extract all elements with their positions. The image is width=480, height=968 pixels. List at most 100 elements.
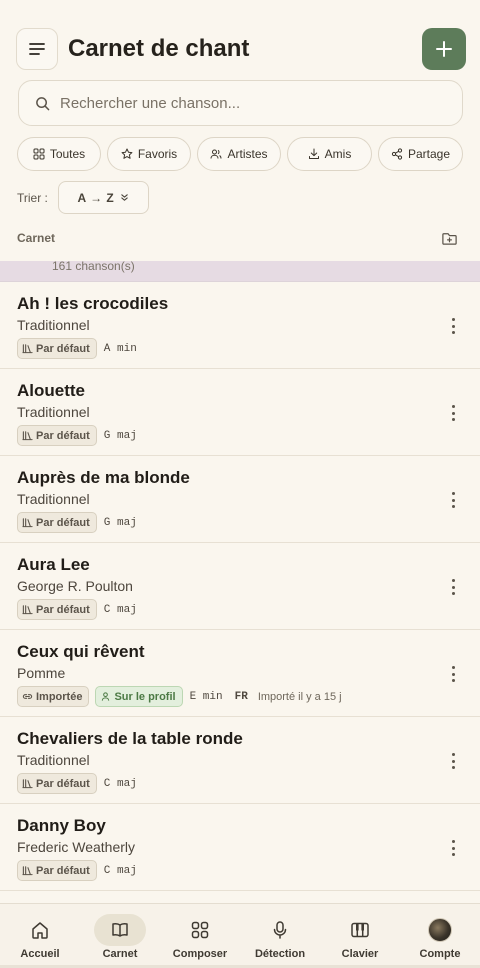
imported-date: Importé il y a 15 j [257, 690, 342, 703]
nav-detection-label: Détection [254, 948, 306, 960]
song-language: FR [234, 690, 248, 703]
nav-songbook[interactable]: Carnet [80, 904, 160, 968]
song-artist: Traditionnel [17, 317, 90, 333]
song-title: Danny Boy [17, 816, 106, 835]
imported-badge-label: Importée [36, 690, 83, 703]
piano-icon [334, 914, 386, 946]
section-label: Carnet [17, 231, 56, 245]
song-title: Alouette [17, 381, 85, 400]
folder-add-icon[interactable] [441, 230, 458, 247]
nav-keyboard-label: Clavier [341, 948, 379, 960]
nav-compose[interactable]: Composer [160, 904, 240, 968]
more-options-icon[interactable] [446, 666, 460, 682]
filter-favorites-label: Favoris [137, 147, 178, 161]
song-tags: Par défaut A min [17, 338, 137, 359]
song-count: 161 chanson(s) [52, 259, 135, 273]
nav-detection[interactable]: Détection [240, 904, 320, 968]
song-title: Chevaliers de la table ronde [17, 729, 243, 748]
home-icon [14, 914, 66, 946]
song-row[interactable]: Chevaliers de la table ronde Traditionne… [0, 717, 480, 804]
more-options-icon[interactable] [446, 579, 460, 595]
source-badge-label: Par défaut [36, 429, 90, 442]
song-row[interactable]: Aura Lee George R. Poulton Par défaut C … [0, 543, 480, 630]
sort-row: Trier : A → Z [17, 181, 149, 214]
song-artist: Frederic Weatherly [17, 839, 136, 855]
filter-friends[interactable]: Amis [287, 137, 372, 171]
star-icon [121, 148, 133, 159]
source-badge-label: Par défaut [36, 342, 90, 355]
song-key: G maj [103, 516, 137, 529]
avatar [414, 914, 466, 946]
library-icon [22, 431, 33, 441]
section-header: Carnet [17, 226, 458, 250]
song-row[interactable]: Ah ! les crocodiles Traditionnel Par déf… [0, 282, 480, 369]
microphone-icon [254, 914, 306, 946]
song-key: E min [189, 690, 223, 703]
song-title: Auprès de ma blonde [17, 468, 190, 487]
filter-artists[interactable]: Artistes [197, 137, 281, 171]
song-artist: Traditionnel [17, 491, 90, 507]
more-options-icon[interactable] [446, 840, 460, 856]
profile-badge: Sur le profil [95, 686, 183, 707]
more-options-icon[interactable] [446, 405, 460, 421]
more-options-icon[interactable] [446, 318, 460, 334]
song-artist: George R. Poulton [17, 578, 133, 594]
users-icon [210, 149, 222, 159]
book-icon [94, 914, 146, 946]
search-input[interactable] [60, 94, 420, 112]
menu-icon [29, 43, 45, 55]
sort-value: A → Z [77, 190, 115, 205]
song-tags: Importée Sur le profil E min FR Importé … [17, 686, 342, 707]
song-row[interactable]: Danny Boy Frederic Weatherly Par défaut … [0, 804, 480, 891]
add-song-button[interactable] [422, 28, 466, 70]
library-icon [22, 344, 33, 354]
library-icon [22, 518, 33, 528]
grid-icon [174, 914, 226, 946]
nav-compose-label: Composer [172, 948, 228, 960]
chevron-down-double-icon [121, 194, 128, 201]
nav-account[interactable]: Compte [400, 904, 480, 968]
menu-button[interactable] [16, 28, 58, 70]
source-badge: Par défaut [17, 860, 97, 881]
library-icon [22, 605, 33, 615]
song-tags: Par défaut C maj [17, 773, 137, 794]
source-badge-label: Par défaut [36, 777, 90, 790]
song-tags: Par défaut C maj [17, 599, 137, 620]
filter-all-label: Toutes [49, 147, 86, 161]
filter-all[interactable]: Toutes [17, 137, 101, 171]
song-list: Ah ! les crocodiles Traditionnel Par déf… [0, 282, 480, 891]
song-title: Ceux qui rêvent [17, 642, 145, 661]
filter-share[interactable]: Partage [378, 137, 463, 171]
search-icon [36, 96, 50, 110]
source-badge-label: Par défaut [36, 516, 90, 529]
filter-friends-label: Amis [324, 147, 352, 161]
profile-badge-label: Sur le profil [114, 690, 176, 703]
filter-favorites[interactable]: Favoris [107, 137, 191, 171]
library-icon [22, 866, 33, 876]
share-icon [391, 148, 403, 160]
nav-keyboard[interactable]: Clavier [320, 904, 400, 968]
song-title: Aura Lee [17, 555, 90, 574]
song-title: Ah ! les crocodiles [17, 294, 169, 313]
grid-icon [33, 148, 45, 160]
song-row[interactable]: Ceux qui rêvent Pomme Importée Sur le pr… [0, 630, 480, 717]
source-badge: Par défaut [17, 425, 97, 446]
song-key: C maj [103, 603, 137, 616]
song-row[interactable]: Auprès de ma blonde Traditionnel Par déf… [0, 456, 480, 543]
song-artist: Pomme [17, 665, 66, 681]
search-bar[interactable] [18, 80, 463, 126]
more-options-icon[interactable] [446, 492, 460, 508]
song-row[interactable]: Alouette Traditionnel Par défaut G maj [0, 369, 480, 456]
link-icon [22, 694, 33, 699]
source-badge: Par défaut [17, 773, 97, 794]
download-icon [308, 148, 319, 159]
song-artist: Traditionnel [17, 404, 90, 420]
imported-badge: Importée [17, 686, 90, 707]
nav-home[interactable]: Accueil [0, 904, 80, 968]
source-badge: Par défaut [17, 599, 97, 620]
song-tags: Par défaut C maj [17, 860, 137, 881]
sort-select[interactable]: A → Z [57, 181, 149, 214]
more-options-icon[interactable] [446, 753, 460, 769]
source-badge: Par défaut [17, 338, 97, 359]
song-key: A min [103, 342, 137, 355]
